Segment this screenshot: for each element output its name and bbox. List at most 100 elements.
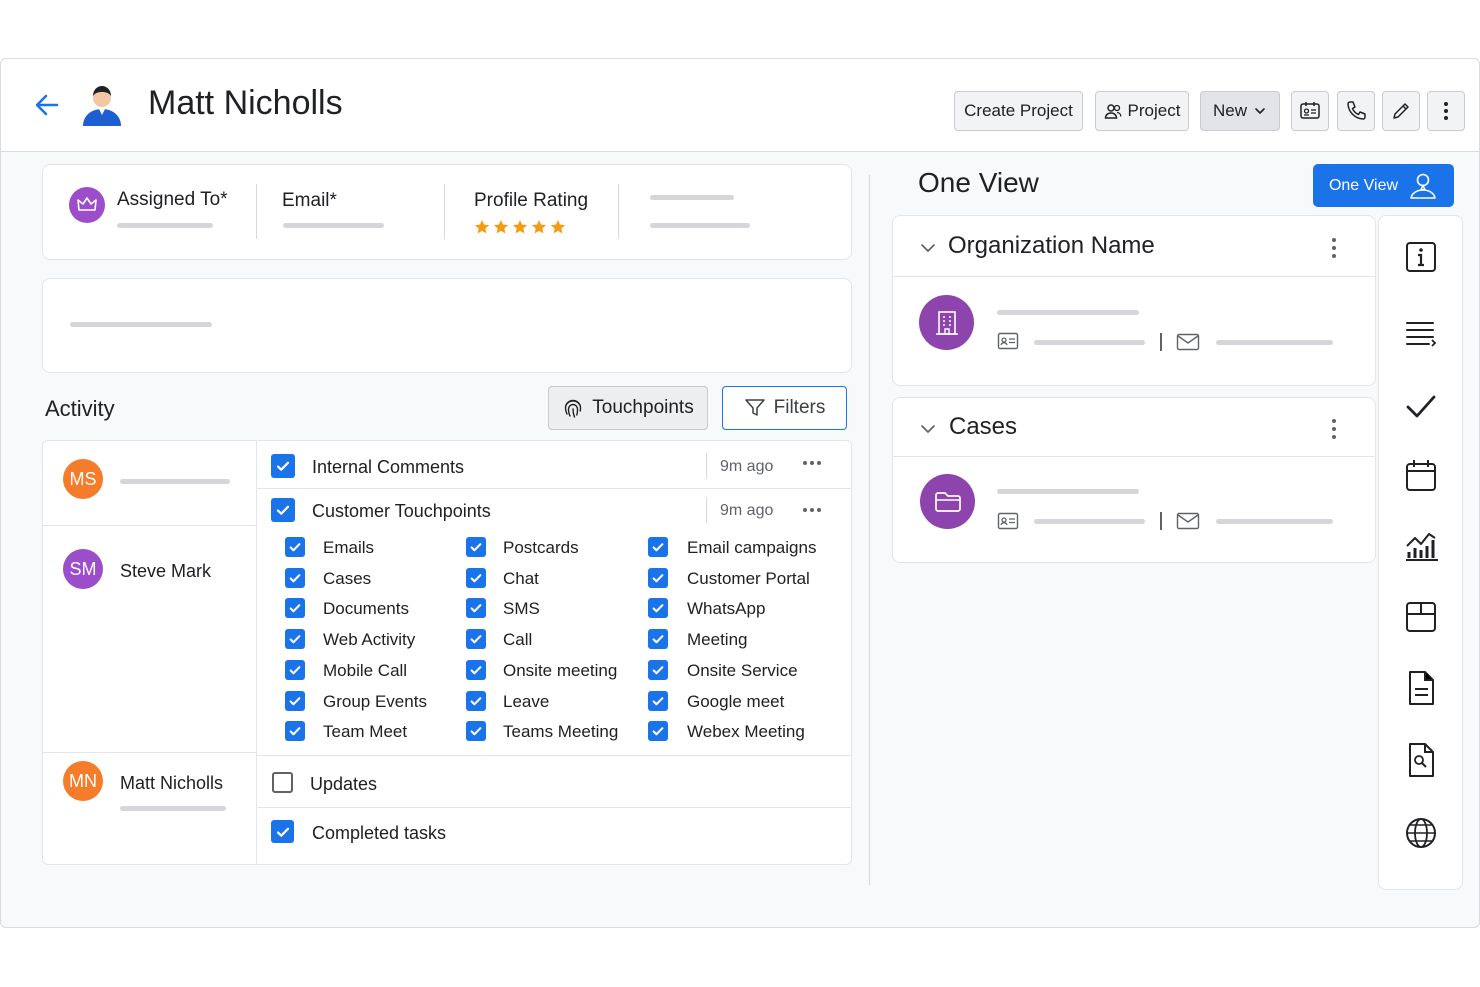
touchpoint-label: Emails — [323, 538, 375, 557]
placeholder-line — [650, 195, 734, 200]
calendar-icon[interactable] — [1404, 458, 1438, 492]
touchpoint-label: Web Activity — [323, 630, 416, 650]
building-icon — [919, 295, 974, 350]
divider — [257, 807, 851, 808]
project-button[interactable]: Project — [1095, 91, 1189, 131]
customer-touchpoints-label: Customer Touchpoints — [312, 501, 491, 521]
divider — [256, 441, 257, 864]
more-vertical-icon[interactable] — [1330, 237, 1338, 259]
touchpoint-checkbox[interactable] — [285, 598, 305, 619]
touchpoint-checkbox[interactable] — [285, 690, 305, 711]
divider — [43, 752, 256, 753]
analytics-icon[interactable] — [1403, 528, 1439, 562]
touchpoint-checkbox[interactable] — [648, 598, 668, 619]
more-vertical-icon[interactable] — [1330, 418, 1338, 440]
touchpoint-checkbox[interactable] — [466, 567, 486, 588]
updates-checkbox[interactable] — [272, 772, 293, 793]
organization-name-title: Organization Name — [948, 232, 1155, 259]
divider — [1160, 512, 1162, 530]
filters-button[interactable]: Filters — [722, 386, 847, 430]
divider — [618, 184, 619, 239]
more-horizontal-icon[interactable] — [802, 458, 822, 468]
touchpoint-checkbox[interactable] — [466, 598, 486, 619]
touchpoint-checkbox[interactable] — [648, 629, 668, 650]
touchpoint-checkbox[interactable] — [648, 567, 668, 588]
placeholder-line — [997, 489, 1139, 494]
divider — [706, 453, 707, 479]
one-view-title: One View — [918, 167, 1039, 198]
id-card-button[interactable] — [1291, 91, 1329, 131]
person-name[interactable]: Matt Nicholls — [120, 773, 223, 794]
assigned-to-value[interactable] — [117, 223, 213, 228]
placeholder-line — [1034, 340, 1145, 345]
rating-stars[interactable] — [474, 219, 566, 235]
touchpoint-checkbox[interactable] — [285, 721, 305, 742]
chevron-down-icon[interactable] — [919, 420, 937, 438]
touchpoints-button[interactable]: Touchpoints — [548, 386, 708, 430]
back-arrow-icon[interactable] — [32, 90, 62, 120]
touchpoint-label: Email campaigns — [687, 538, 817, 557]
person-name[interactable]: Steve Mark — [120, 561, 211, 582]
chevron-down-icon[interactable] — [919, 239, 937, 257]
email-value[interactable] — [283, 223, 384, 228]
internal-comments-checkbox[interactable] — [271, 454, 295, 478]
star-icon — [550, 219, 566, 235]
activity-title: Activity — [45, 396, 115, 421]
info-icon[interactable] — [1404, 240, 1438, 274]
customer-touchpoints-checkbox[interactable] — [271, 498, 295, 522]
avatar: MS — [63, 459, 103, 499]
touchpoint-checkbox[interactable] — [466, 629, 486, 650]
touchpoint-label: WhatsApp — [687, 599, 766, 619]
divider — [444, 184, 445, 239]
touchpoint-checkbox[interactable] — [285, 629, 305, 650]
touchpoint-checkbox[interactable] — [285, 567, 305, 588]
create-project-button[interactable]: Create Project — [954, 91, 1083, 131]
globe-icon[interactable] — [1404, 816, 1438, 850]
phone-button[interactable] — [1337, 91, 1375, 131]
one-view-button[interactable]: One View — [1313, 164, 1454, 207]
touchpoint-checkbox[interactable] — [466, 537, 486, 557]
placeholder-line — [650, 223, 750, 228]
new-dropdown-button[interactable]: New — [1200, 91, 1280, 131]
completed-tasks-checkbox[interactable] — [271, 820, 294, 843]
box-icon[interactable] — [1404, 600, 1438, 634]
folder-icon — [920, 474, 975, 529]
more-horizontal-icon[interactable] — [802, 505, 822, 515]
avatar: SM — [63, 549, 103, 589]
avatar: MN — [63, 761, 103, 801]
list-icon[interactable] — [1404, 316, 1438, 350]
edit-button[interactable] — [1382, 91, 1420, 131]
touchpoint-label: Onsite meeting — [503, 660, 618, 680]
one-view-button-label: One View — [1328, 176, 1399, 194]
placeholder-line — [997, 310, 1139, 315]
star-icon — [512, 219, 528, 235]
timestamp: 9m ago — [720, 458, 774, 475]
touchpoint-checkbox[interactable] — [285, 659, 305, 680]
divider — [43, 525, 256, 526]
file-search-icon[interactable] — [1404, 742, 1438, 778]
touchpoint-checkbox[interactable] — [648, 690, 668, 711]
internal-comments-label: Internal Comments — [312, 457, 465, 477]
touchpoint-checkbox[interactable] — [648, 659, 668, 680]
user-avatar-icon — [80, 84, 124, 128]
touchpoint-checkbox[interactable] — [648, 721, 668, 742]
check-icon[interactable] — [1404, 389, 1438, 423]
crown-badge-icon — [69, 187, 105, 223]
touchpoint-label: Group Events — [323, 691, 427, 711]
touchpoint-checkbox[interactable] — [466, 721, 486, 742]
touchpoint-label: Leave — [503, 691, 550, 711]
completed-tasks-label: Completed tasks — [312, 823, 447, 843]
touchpoint-label: SMS — [503, 599, 540, 619]
touchpoint-checkbox[interactable] — [466, 690, 486, 711]
touchpoint-checkbox[interactable] — [466, 659, 486, 680]
person-name-placeholder — [120, 479, 230, 484]
document-icon[interactable] — [1404, 670, 1438, 706]
touchpoint-checkbox[interactable] — [285, 537, 305, 557]
more-options-button[interactable] — [1427, 91, 1465, 131]
chevron-down-icon — [1253, 104, 1267, 118]
fingerprint-icon — [562, 397, 584, 419]
cases-title: Cases — [949, 413, 1018, 440]
divider — [893, 456, 1375, 457]
placeholder-line — [1216, 340, 1333, 345]
touchpoint-checkbox[interactable] — [648, 537, 668, 557]
